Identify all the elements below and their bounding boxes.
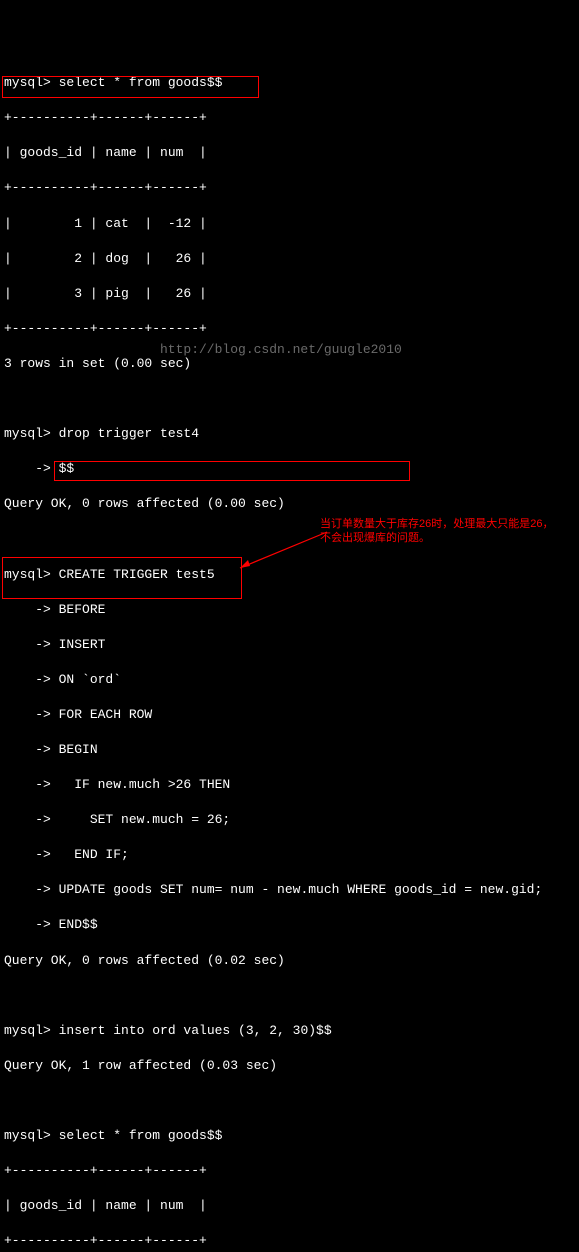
- table-row: | 1 | cat | -12 |: [4, 215, 575, 233]
- trigger-l9: -> END IF;: [4, 846, 575, 864]
- table-sep: +----------+------+------+: [4, 1162, 575, 1180]
- trigger-result: Query OK, 0 rows affected (0.02 sec): [4, 952, 575, 970]
- blank: [4, 390, 575, 408]
- annotation-text: 当订单数量大于库存26时，处理最大只能是26， 不会出现爆库的问题。: [320, 517, 570, 546]
- blank: [4, 1092, 575, 1110]
- table-sep: +----------+------+------+: [4, 320, 575, 338]
- query1-cmd: mysql> select * from goods$$: [4, 74, 575, 92]
- trigger-l2: -> BEFORE: [4, 601, 575, 619]
- trigger-l4: -> ON `ord`: [4, 671, 575, 689]
- trigger-l8: -> SET new.much = 26;: [4, 811, 575, 829]
- trigger-l5: -> FOR EACH ROW: [4, 706, 575, 724]
- table-header: | goods_id | name | num |: [4, 144, 575, 162]
- trigger-l10: -> UPDATE goods SET num= num - new.much …: [4, 881, 575, 899]
- table-row: | 3 | pig | 26 |: [4, 285, 575, 303]
- trigger-l3: -> INSERT: [4, 636, 575, 654]
- query2-cmd: mysql> select * from goods$$: [4, 1127, 575, 1145]
- table-sep: +----------+------+------+: [4, 109, 575, 127]
- table-header: | goods_id | name | num |: [4, 1197, 575, 1215]
- trigger-l6: -> BEGIN: [4, 741, 575, 759]
- query-footer: 3 rows in set (0.00 sec): [4, 355, 575, 373]
- annotation-line1: 当订单数量大于库存26时，处理最大只能是26，: [320, 518, 553, 530]
- drop-cmd1: mysql> drop trigger test4: [4, 425, 575, 443]
- table-sep: +----------+------+------+: [4, 1232, 575, 1250]
- trigger-l7: -> IF new.much >26 THEN: [4, 776, 575, 794]
- insert-cmd: mysql> insert into ord values (3, 2, 30)…: [4, 1022, 575, 1040]
- drop-result: Query OK, 0 rows affected (0.00 sec): [4, 495, 575, 513]
- table-row: | 2 | dog | 26 |: [4, 250, 575, 268]
- insert-result: Query OK, 1 row affected (0.03 sec): [4, 1057, 575, 1075]
- table-sep: +----------+------+------+: [4, 179, 575, 197]
- trigger-l11: -> END$$: [4, 916, 575, 934]
- trigger-l1: mysql> CREATE TRIGGER test5: [4, 566, 575, 584]
- drop-cmd2: -> $$: [4, 460, 575, 478]
- blank: [4, 987, 575, 1005]
- annotation-line2: 不会出现爆库的问题。: [320, 532, 430, 544]
